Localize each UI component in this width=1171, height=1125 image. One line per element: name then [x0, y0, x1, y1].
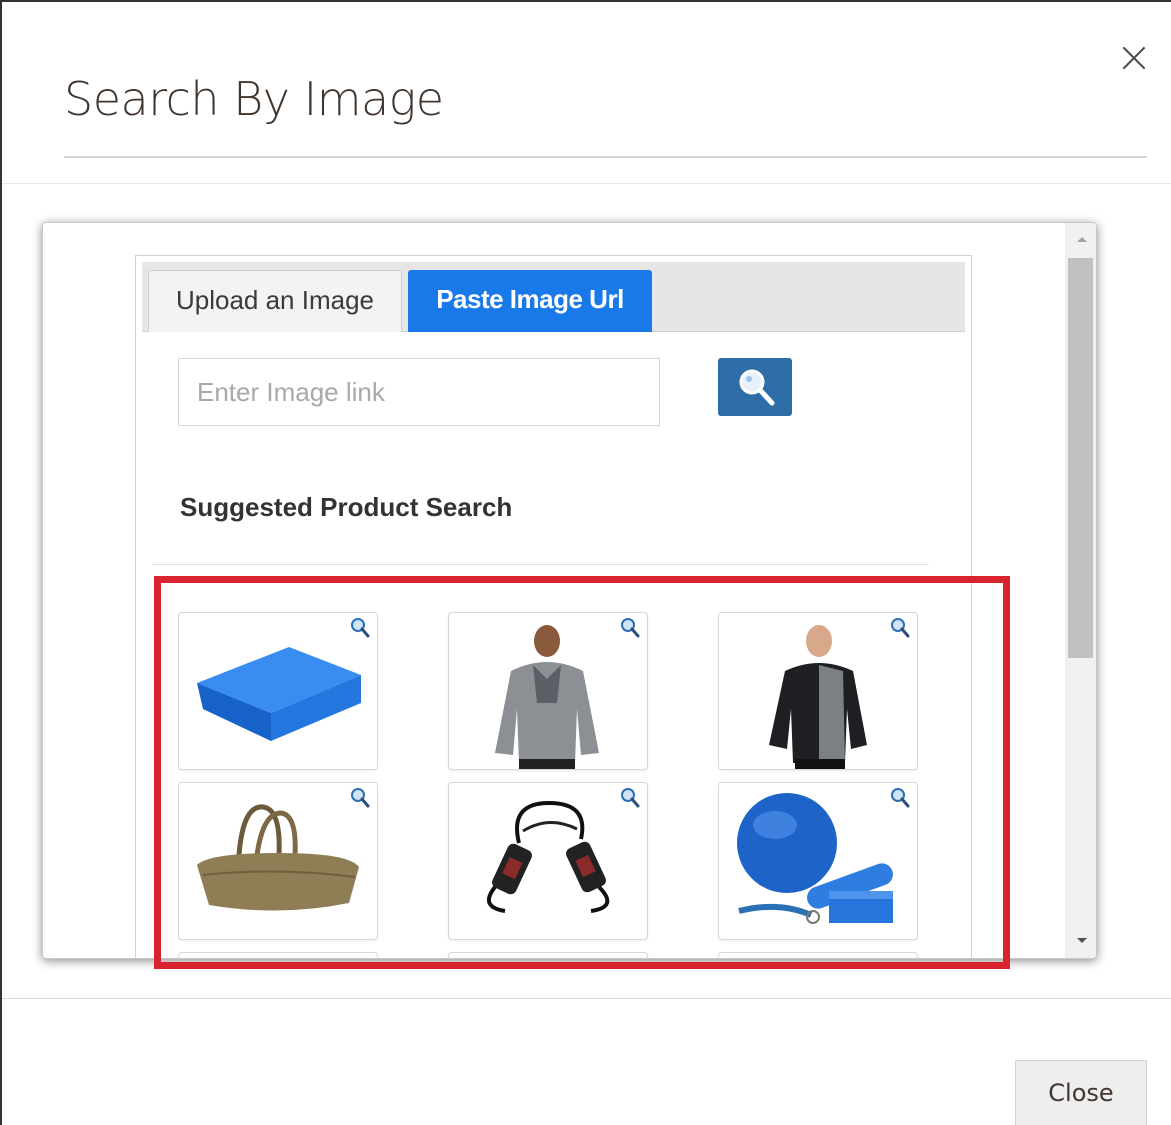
zoom-icon	[891, 788, 910, 808]
product-thumb-foam-block[interactable]	[178, 612, 378, 770]
zoom-icon	[891, 618, 910, 638]
scrollbar[interactable]	[1065, 223, 1096, 958]
zoom-icon	[351, 788, 370, 808]
product-thumb-duffel-bag[interactable]	[178, 782, 378, 940]
scrollbar-thumb[interactable]	[1068, 258, 1093, 658]
product-thumb-partial	[718, 952, 918, 958]
product-thumb-partial	[448, 952, 648, 958]
close-icon[interactable]	[1116, 40, 1152, 76]
image-search-button[interactable]	[718, 358, 792, 416]
tab-upload-image[interactable]: Upload an Image	[148, 270, 402, 332]
product-thumb-black-jacket[interactable]	[718, 612, 918, 770]
image-link-input[interactable]	[178, 358, 660, 426]
tab-paste-image-url[interactable]: Paste Image Url	[408, 270, 652, 332]
section-divider	[152, 564, 929, 565]
footer-divider	[2, 998, 1171, 999]
product-thumb-partial	[178, 952, 378, 958]
image-search-popup: Upload an Image Paste Image Url Suggeste…	[42, 222, 1097, 959]
title-divider	[64, 156, 1147, 158]
scroll-up-arrow-icon[interactable]	[1065, 231, 1096, 251]
zoom-icon	[621, 788, 640, 808]
product-thumb-exercise-kit[interactable]	[718, 782, 918, 940]
scroll-down-arrow-icon[interactable]	[1065, 931, 1096, 951]
close-button[interactable]: Close	[1015, 1060, 1147, 1125]
suggested-search-title: Suggested Product Search	[180, 492, 513, 522]
magnifier-icon	[739, 369, 775, 406]
tab-bar: Upload an Image Paste Image Url	[142, 262, 965, 332]
header-divider	[2, 183, 1171, 184]
modal-title: Search By Image	[64, 72, 444, 126]
zoom-icon	[621, 618, 640, 638]
product-thumb-gray-hoodie[interactable]	[448, 612, 648, 770]
search-by-image-modal: Search By Image Upload an Image Paste Im…	[0, 0, 1171, 1125]
zoom-icon	[351, 618, 370, 638]
product-thumb-resistance-band[interactable]	[448, 782, 648, 940]
image-search-panel: Upload an Image Paste Image Url Suggeste…	[135, 255, 972, 958]
